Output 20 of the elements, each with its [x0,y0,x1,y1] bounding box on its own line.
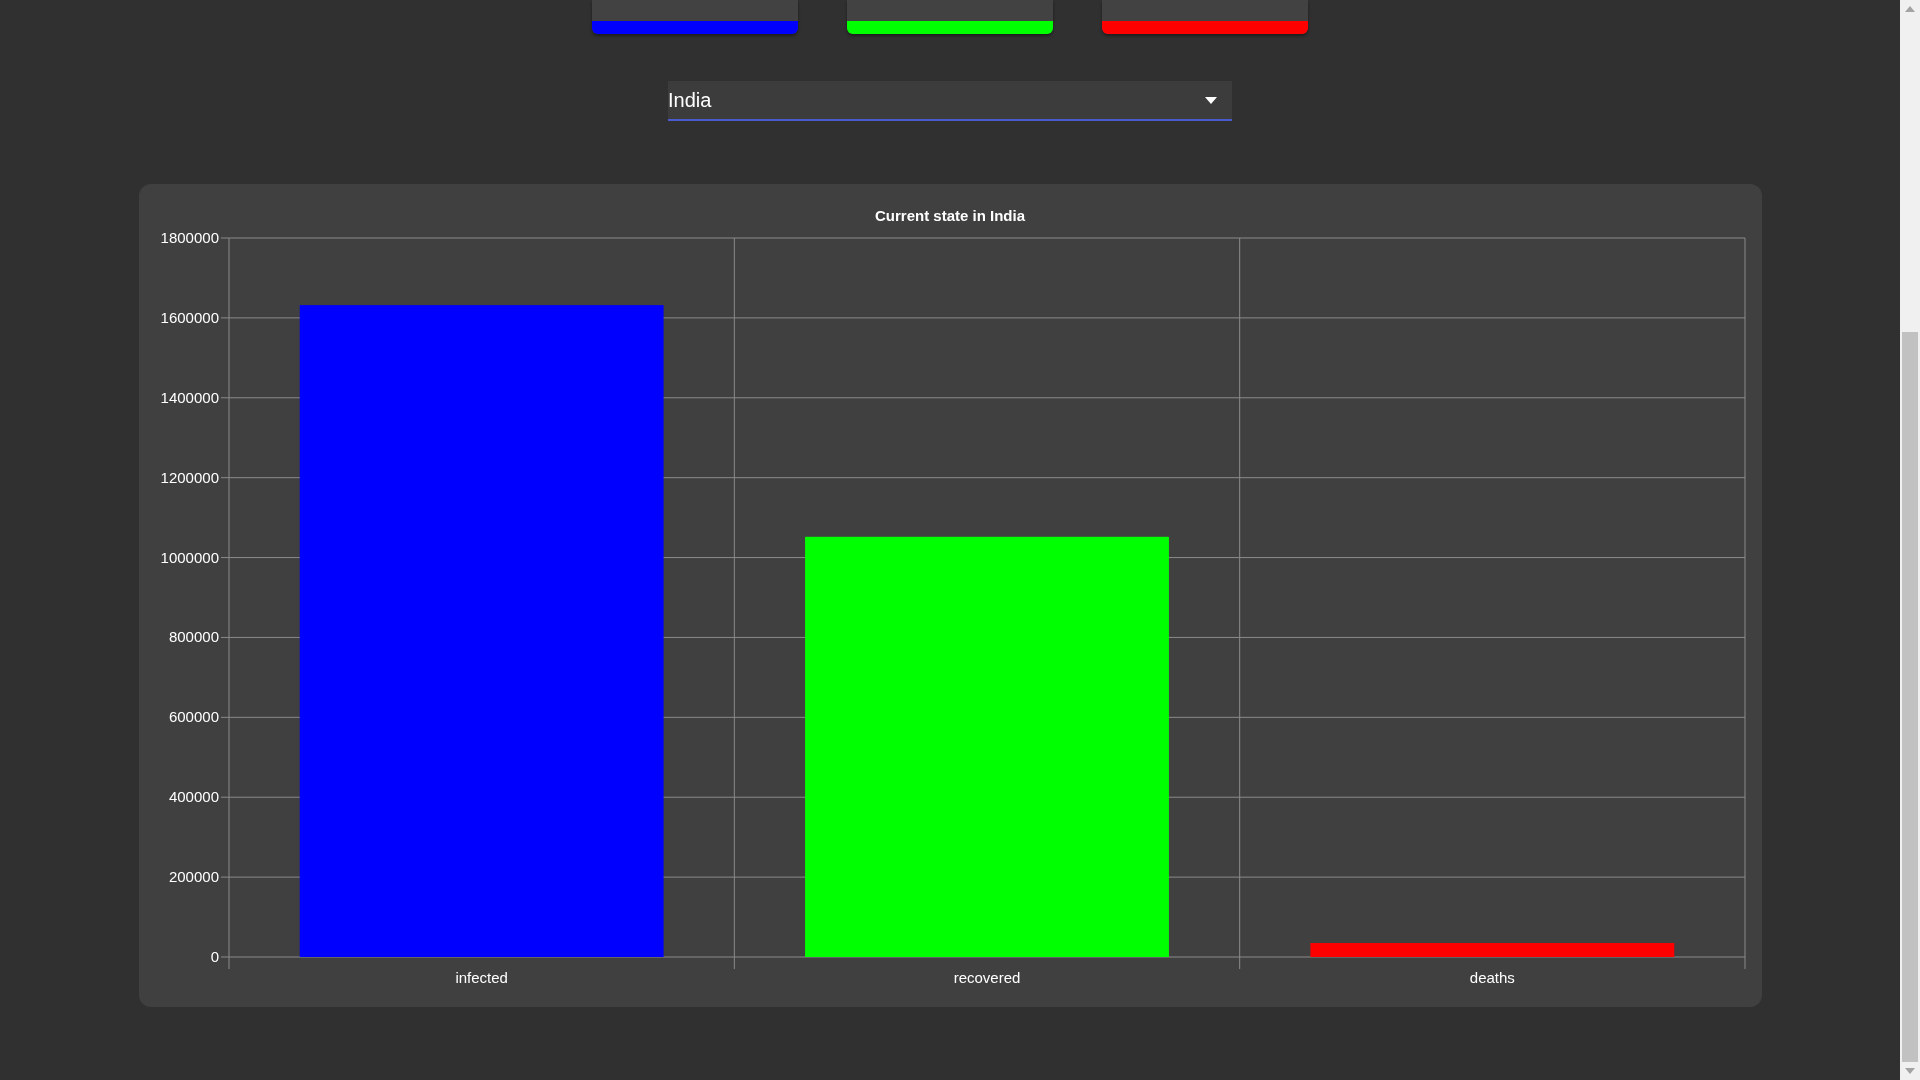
y-tick-label: 1800000 [160,229,219,246]
y-tick-label: 800000 [168,628,219,646]
y-tick-label: 200000 [168,868,219,886]
y-tick-label: 400000 [168,788,219,806]
y-tick-label: 600000 [168,708,219,726]
y-tick-label: 1400000 [160,388,219,406]
scroll-down-icon[interactable] [1905,1068,1915,1074]
scrollbar[interactable] [1900,0,1920,1080]
y-tick-label: 1000000 [160,548,219,566]
y-tick-label: 0 [210,948,219,965]
country-dropdown[interactable]: India [668,81,1232,121]
chart-title: Current state in India [874,207,1025,224]
y-tick-label: 1200000 [160,468,219,486]
scroll-up-icon[interactable] [1905,6,1915,12]
caret-icon [1205,96,1217,104]
x-tick-label: infected [454,969,508,986]
scroll-thumb[interactable] [1902,332,1918,1062]
x-tick-label: recovered [953,969,1020,986]
y-tick-label: 1600000 [160,308,219,326]
x-tick-label: deaths [1469,969,1515,986]
